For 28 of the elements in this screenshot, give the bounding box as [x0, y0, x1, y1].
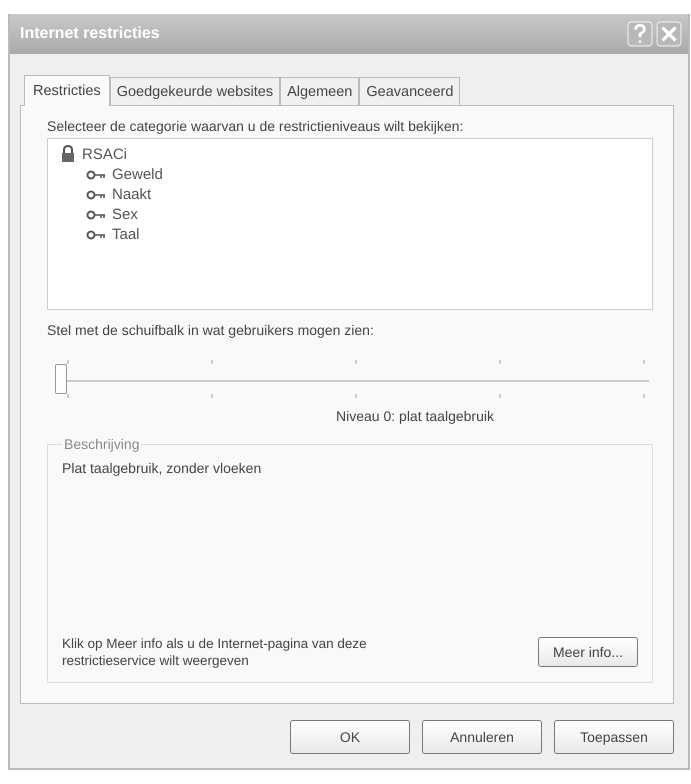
help-icon[interactable]	[627, 21, 653, 47]
window-title: Internet restricties	[20, 25, 160, 43]
key-icon	[86, 230, 106, 240]
category-prompt: Selecteer de categorie waarvan u de restrictieniveaus wilt bekijken:	[47, 118, 464, 134]
description-text: Plat taalgebruik, zonder vloeken	[62, 460, 262, 476]
tree-item[interactable]: Naakt	[112, 186, 152, 203]
key-icon	[86, 190, 106, 200]
more-info-button[interactable]: Meer info...	[538, 637, 638, 668]
close-icon[interactable]	[656, 21, 682, 47]
tree-item[interactable]: Taal	[112, 226, 140, 243]
lock-icon	[60, 145, 76, 163]
key-icon	[86, 170, 106, 180]
slider-thumb[interactable]	[55, 364, 67, 394]
group-legend: Beschrijving	[62, 436, 142, 452]
tab[interactable]: Goedgekeurde websites	[110, 77, 280, 105]
dialog-button[interactable]: Toepassen	[554, 720, 674, 754]
tab[interactable]: Restricties	[24, 75, 110, 106]
tree-item[interactable]: RSACi	[82, 146, 128, 162]
dialog-button[interactable]: Annuleren	[422, 720, 542, 754]
dialog-button[interactable]: OK	[290, 720, 410, 754]
level-text: Niveau 0: plat taalgebruik	[336, 408, 494, 424]
tree-item[interactable]: Geweld	[112, 166, 163, 183]
tab[interactable]: Algemeen	[280, 77, 360, 105]
info-text: Klik op Meer info als u de Internet-pagina van deze restrictieservice wilt weergeven	[62, 634, 368, 670]
slider-prompt: Stel met de schuifbalk in wat gebruikers mogen zien:	[47, 322, 375, 338]
tab[interactable]: Geavanceerd	[359, 77, 460, 105]
key-icon	[86, 210, 106, 220]
tree-item[interactable]: Sex	[112, 206, 138, 223]
